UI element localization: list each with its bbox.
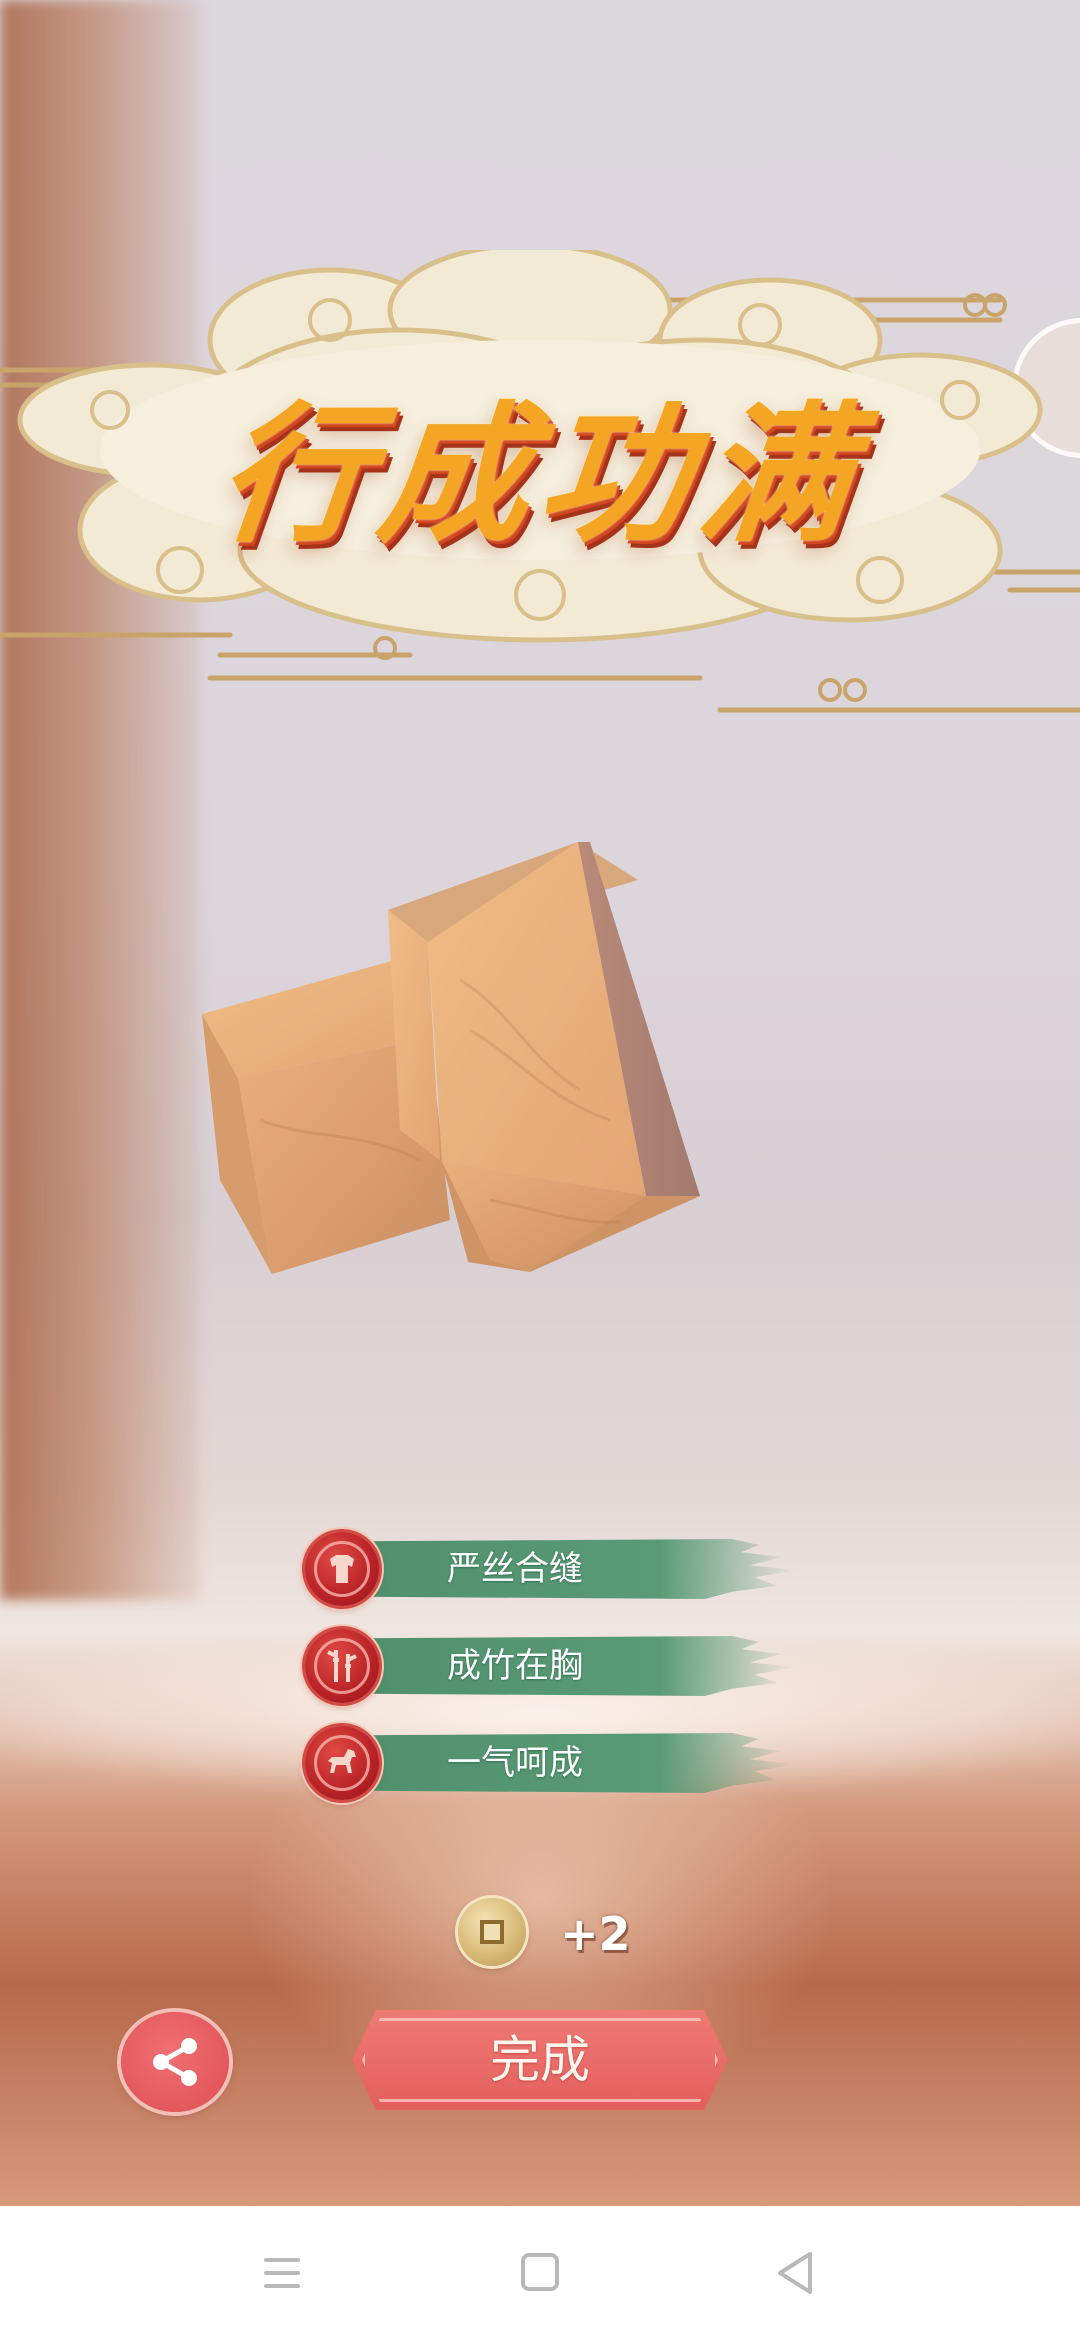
achievement-row-2: 成竹在胸 — [305, 1624, 805, 1708]
menu-icon[interactable] — [252, 2246, 312, 2300]
achievement-label: 严丝合缝 — [447, 1549, 583, 1589]
achievement-label: 成竹在胸 — [447, 1646, 583, 1686]
armor-icon — [305, 1532, 379, 1606]
reward-amount: +2 — [560, 1907, 631, 1961]
done-button-label: 完成 — [490, 2031, 590, 2089]
coin-icon — [458, 1898, 526, 1966]
game-scene: 行成功满 严丝合缝 成竹在胸 一气呵成 +2 完成 — [0, 0, 1080, 2206]
share-button[interactable] — [121, 2012, 229, 2112]
title-banner: 行成功满 — [0, 250, 1080, 740]
home-icon[interactable] — [510, 2246, 570, 2300]
background-pillar — [0, 0, 200, 1600]
wooden-block — [190, 830, 730, 1300]
bamboo-icon — [305, 1629, 379, 1703]
back-icon[interactable] — [768, 2246, 828, 2300]
achievement-row-1: 严丝合缝 — [305, 1527, 805, 1611]
done-button[interactable]: 完成 — [352, 2010, 728, 2110]
achievement-row-3: 一气呵成 — [305, 1721, 805, 1805]
title-text: 行成功满 — [210, 387, 870, 563]
horse-icon — [305, 1726, 379, 1800]
achievement-label: 一气呵成 — [447, 1743, 583, 1783]
system-nav-bar — [0, 2206, 1080, 2340]
share-icon — [153, 2038, 197, 2086]
